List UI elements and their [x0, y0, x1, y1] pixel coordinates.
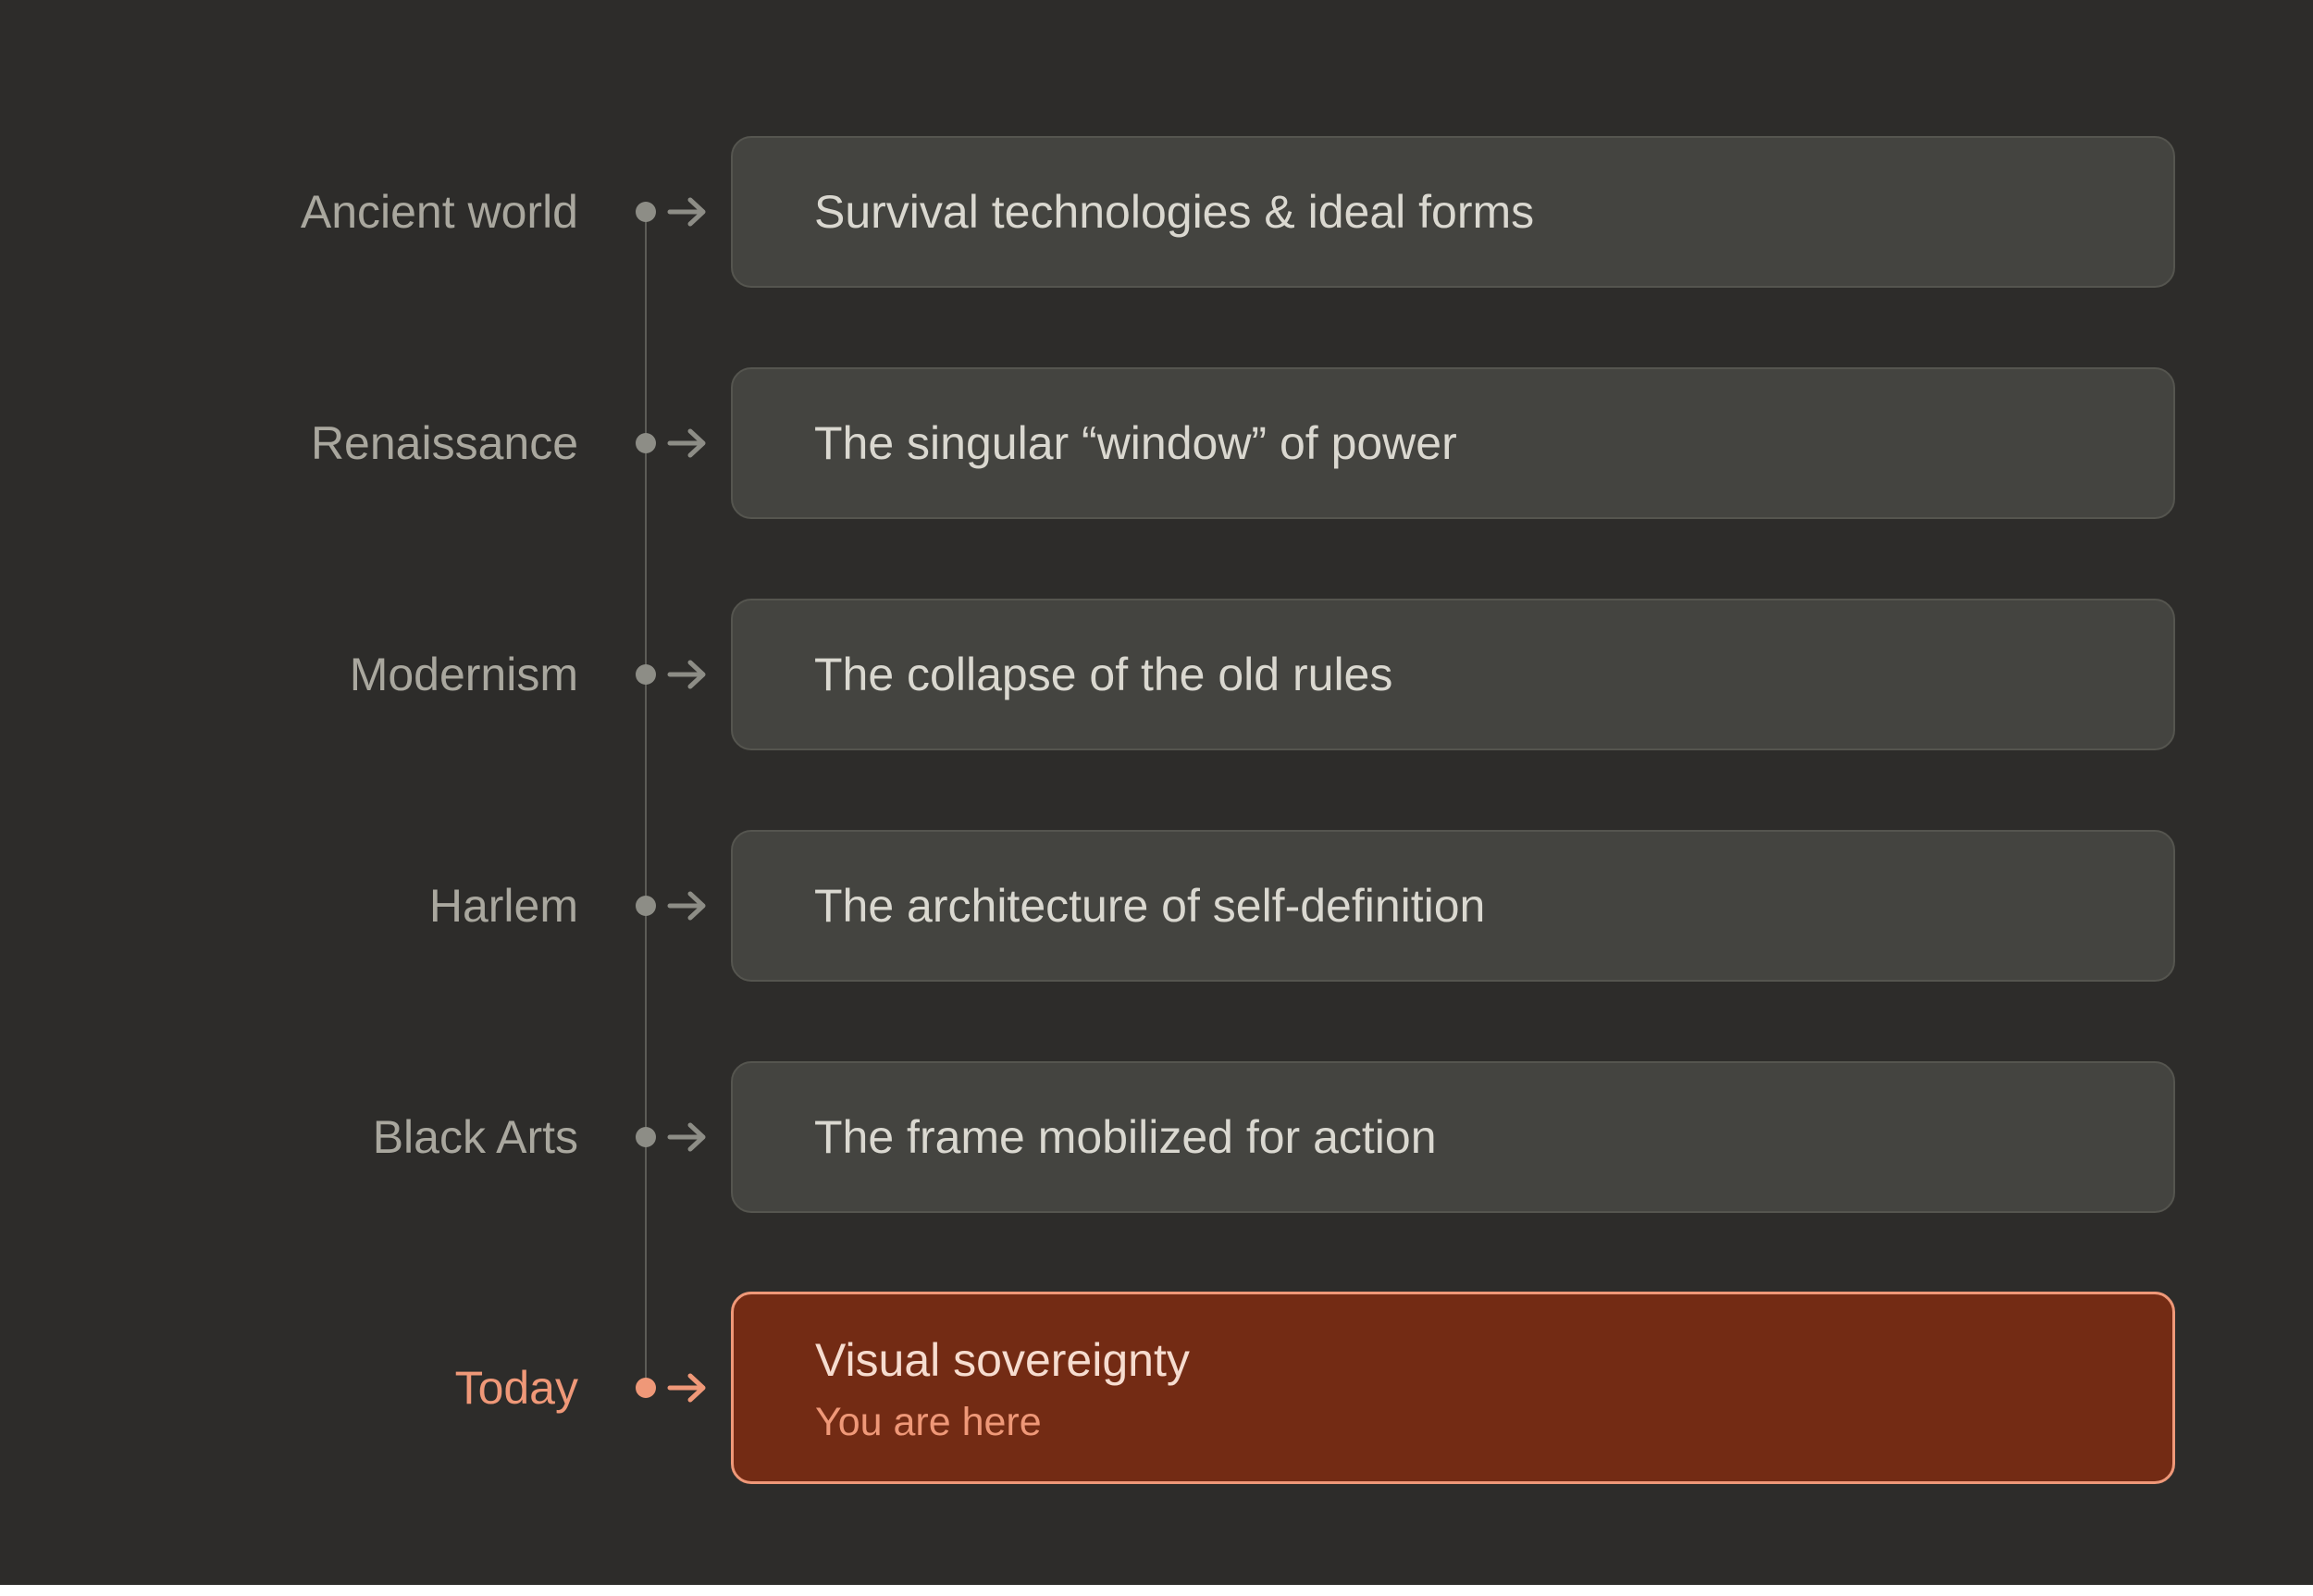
arrow-right-icon [666, 195, 709, 229]
timeline-dot [636, 433, 656, 453]
era-label: Modernism [349, 649, 578, 700]
era-row-ancient-world: Ancient world Survival technologies & id… [0, 136, 2313, 288]
era-row-black-arts: Black Arts The frame mobilized for actio… [0, 1061, 2313, 1213]
era-description: The collapse of the old rules [814, 649, 1393, 700]
arrow-right-icon [666, 1371, 709, 1404]
era-card: Survival technologies & ideal forms [731, 136, 2175, 288]
timeline-dot [636, 1127, 656, 1147]
era-card: The frame mobilized for action [731, 1061, 2175, 1213]
current-era-label: Today [454, 1362, 578, 1414]
timeline-dot-current [636, 1378, 656, 1398]
era-label: Harlem [428, 880, 578, 932]
arrow-right-icon [666, 889, 709, 922]
timeline-diagram: Ancient world Survival technologies & id… [0, 0, 2313, 1585]
era-label: Ancient world [300, 186, 578, 238]
arrow-right-icon [666, 427, 709, 460]
arrow-right-icon [666, 1120, 709, 1154]
era-label: Black Arts [372, 1111, 578, 1163]
timeline-dot [636, 202, 656, 222]
you-are-here-note: You are here [815, 1400, 1042, 1444]
era-card: The collapse of the old rules [731, 599, 2175, 750]
era-row-modernism: Modernism The collapse of the old rules [0, 599, 2313, 750]
arrow-right-icon [666, 658, 709, 691]
era-row-harlem: Harlem The architecture of self-definiti… [0, 830, 2313, 982]
era-card: The singular “window” of power [731, 367, 2175, 519]
era-description: The frame mobilized for action [814, 1111, 1437, 1163]
era-description: Survival technologies & ideal forms [814, 186, 1535, 238]
era-label: Renaissance [310, 417, 578, 469]
era-row-renaissance: Renaissance The singular “window” of pow… [0, 367, 2313, 519]
era-description: The singular “window” of power [814, 417, 1457, 469]
current-era-card: Visual sovereignty You are here [731, 1292, 2175, 1484]
era-card: The architecture of self-definition [731, 830, 2175, 982]
timeline-dot [636, 664, 656, 685]
timeline-dot [636, 896, 656, 916]
era-description: The architecture of self-definition [814, 880, 1486, 932]
current-era-description: Visual sovereignty [815, 1334, 1190, 1386]
era-row-today: Today Visual sovereignty You are here [0, 1292, 2313, 1484]
